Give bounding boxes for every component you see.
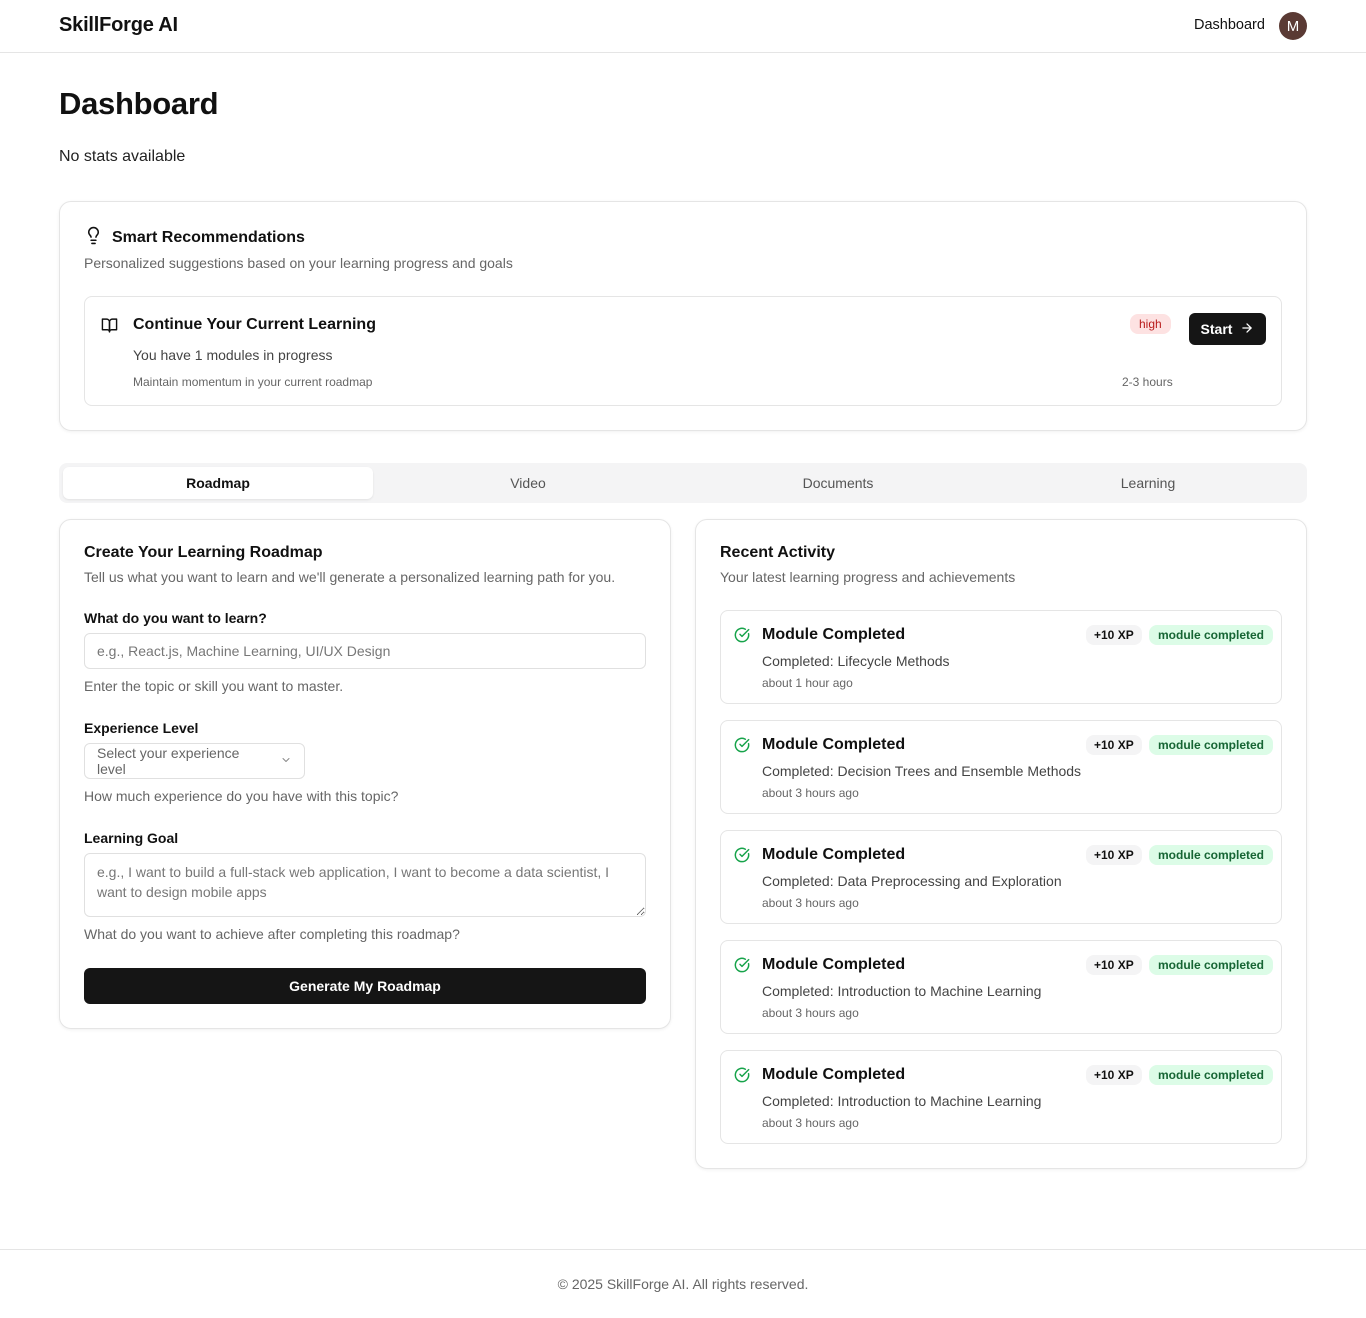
learning-goal-textarea[interactable] xyxy=(84,853,646,917)
activity-item: Module Completed Completed: Lifecycle Me… xyxy=(720,610,1282,704)
circle-check-icon xyxy=(734,847,750,868)
status-badge: module completed xyxy=(1149,845,1274,865)
tab-documents[interactable]: Documents xyxy=(683,467,993,499)
tab-learning[interactable]: Learning xyxy=(993,467,1303,499)
recent-activity-title: Recent Activity xyxy=(720,544,835,561)
roadmap-form-card: Create Your Learning Roadmap Tell us wha… xyxy=(59,519,671,1029)
recommendation-note: Maintain momentum in your current roadma… xyxy=(133,375,373,389)
recommendation-description: You have 1 modules in progress xyxy=(133,347,333,363)
status-badge: module completed xyxy=(1149,1065,1274,1085)
priority-badge: high xyxy=(1130,314,1171,334)
generate-roadmap-button[interactable]: Generate My Roadmap xyxy=(84,968,646,1004)
activity-time: about 1 hour ago xyxy=(762,676,853,690)
status-badge: module completed xyxy=(1149,625,1274,645)
learning-goal-hint: What do you want to achieve after comple… xyxy=(84,926,460,942)
roadmap-form-title: Create Your Learning Roadmap xyxy=(84,544,323,561)
status-badge: module completed xyxy=(1149,955,1274,975)
stats-empty-text: No stats available xyxy=(59,148,186,165)
recommendations-header: Smart Recommendations xyxy=(84,226,305,250)
tab-roadmap[interactable]: Roadmap xyxy=(63,467,373,499)
activity-description: Completed: Data Preprocessing and Explor… xyxy=(762,873,1062,889)
brand-logo[interactable]: SkillForge AI xyxy=(59,14,178,37)
page-title: Dashboard xyxy=(59,86,219,121)
recommendation-item: Continue Your Current Learning You have … xyxy=(84,296,1282,406)
chevron-down-icon xyxy=(280,753,292,769)
tab-video[interactable]: Video xyxy=(373,467,683,499)
activity-description: Completed: Lifecycle Methods xyxy=(762,653,950,669)
nav-dashboard-link[interactable]: Dashboard xyxy=(1194,17,1265,33)
activity-time: about 3 hours ago xyxy=(762,896,859,910)
xp-badge: +10 XP xyxy=(1086,845,1142,865)
activity-title: Module Completed xyxy=(762,736,906,753)
experience-level-hint: How much experience do you have with thi… xyxy=(84,788,399,804)
recent-activity-card: Recent Activity Your latest learning pro… xyxy=(695,519,1307,1169)
circle-check-icon xyxy=(734,957,750,978)
activity-time: about 3 hours ago xyxy=(762,1116,859,1130)
roadmap-form-subtitle: Tell us what you want to learn and we'll… xyxy=(84,569,616,585)
activity-title: Module Completed xyxy=(762,846,906,863)
footer: © 2025 SkillForge AI. All rights reserve… xyxy=(0,1249,1366,1318)
activity-item: Module Completed Completed: Decision Tre… xyxy=(720,720,1282,814)
activity-time: about 3 hours ago xyxy=(762,786,859,800)
arrow-right-icon xyxy=(1240,321,1254,338)
circle-check-icon xyxy=(734,627,750,648)
start-button-label: Start xyxy=(1200,321,1233,337)
activity-description: Completed: Decision Trees and Ensemble M… xyxy=(762,763,1082,779)
user-avatar[interactable]: M xyxy=(1279,12,1307,40)
xp-badge: +10 XP xyxy=(1086,1065,1142,1085)
activity-time: about 3 hours ago xyxy=(762,1006,859,1020)
activity-title: Module Completed xyxy=(762,626,906,643)
circle-check-icon xyxy=(734,737,750,758)
topic-label: What do you want to learn? xyxy=(84,610,267,626)
experience-level-value: Select your experience level xyxy=(97,745,240,777)
topic-input[interactable] xyxy=(84,633,646,669)
xp-badge: +10 XP xyxy=(1086,955,1142,975)
activity-item: Module Completed Completed: Introduction… xyxy=(720,1050,1282,1144)
activity-item: Module Completed Completed: Introduction… xyxy=(720,940,1282,1034)
recommendation-duration: 2-3 hours xyxy=(1122,375,1173,389)
recommendation-title: Continue Your Current Learning xyxy=(133,316,376,333)
start-button[interactable]: Start xyxy=(1189,313,1266,345)
topic-hint: Enter the topic or skill you want to mas… xyxy=(84,678,344,694)
xp-badge: +10 XP xyxy=(1086,625,1142,645)
activity-description: Completed: Introduction to Machine Learn… xyxy=(762,983,1042,999)
xp-badge: +10 XP xyxy=(1086,735,1142,755)
main-tabs: Roadmap Video Documents Learning xyxy=(59,463,1307,503)
experience-level-label: Experience Level xyxy=(84,720,199,736)
activity-title: Module Completed xyxy=(762,1066,906,1083)
status-badge: module completed xyxy=(1149,735,1274,755)
footer-copyright: © 2025 SkillForge AI. All rights reserve… xyxy=(557,1276,809,1292)
recommendations-subtitle: Personalized suggestions based on your l… xyxy=(84,255,513,271)
activity-description: Completed: Introduction to Machine Learn… xyxy=(762,1093,1042,1109)
top-navbar: SkillForge AI Dashboard M xyxy=(0,0,1366,53)
recent-activity-subtitle: Your latest learning progress and achiev… xyxy=(720,569,1016,585)
lightbulb-icon xyxy=(84,226,103,250)
activity-title: Module Completed xyxy=(762,956,906,973)
learning-goal-label: Learning Goal xyxy=(84,830,179,846)
activity-item: Module Completed Completed: Data Preproc… xyxy=(720,830,1282,924)
circle-check-icon xyxy=(734,1067,750,1088)
book-open-icon xyxy=(101,317,118,339)
recommendations-card: Smart Recommendations Personalized sugge… xyxy=(59,201,1307,431)
recommendations-title: Smart Recommendations xyxy=(112,229,305,246)
experience-level-select[interactable]: Select your experience level xyxy=(84,743,305,779)
